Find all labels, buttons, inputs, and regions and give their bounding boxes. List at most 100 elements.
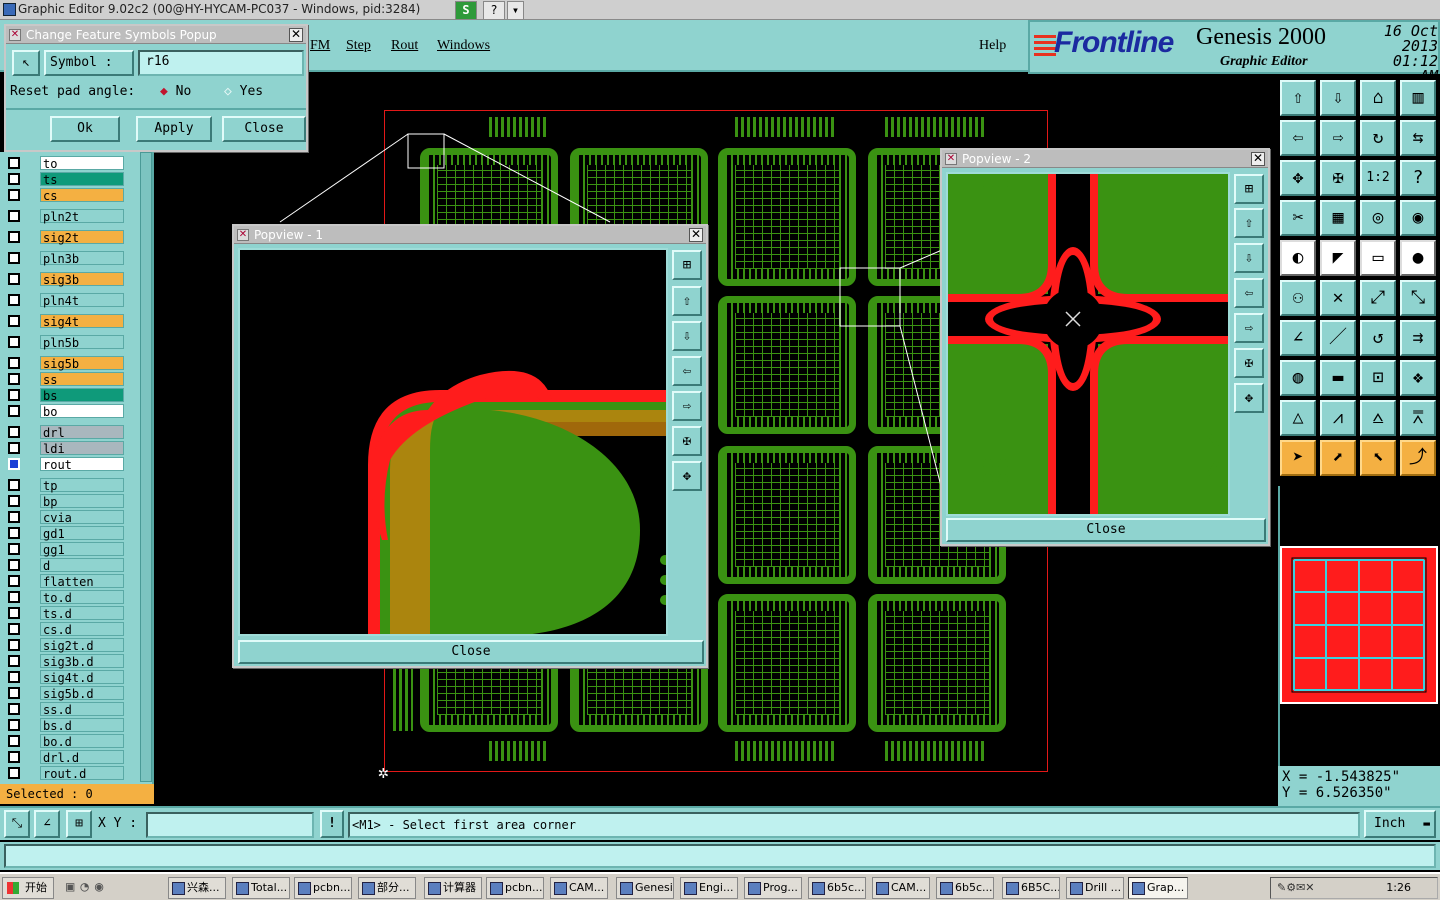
copy-icon[interactable]: ⤡ bbox=[1400, 280, 1436, 316]
measure-icon[interactable]: ▭ bbox=[1360, 240, 1396, 276]
layer-row-sig5b[interactable]: sig5b bbox=[6, 356, 124, 371]
layer-checkbox[interactable] bbox=[8, 527, 20, 539]
pointer-arrow-button[interactable]: ↖ bbox=[12, 50, 40, 76]
select-icon[interactable]: ➤ bbox=[1280, 440, 1316, 476]
taskbar-item[interactable]: Engi... bbox=[680, 877, 738, 899]
help-button[interactable]: ? bbox=[483, 1, 505, 20]
menu-windows[interactable]: Windows bbox=[437, 38, 490, 54]
window-icon[interactable]: ▥ bbox=[1400, 80, 1436, 116]
taskbar-item[interactable]: 兴森... bbox=[168, 877, 226, 899]
taskbar-item[interactable]: Prog... bbox=[744, 877, 802, 899]
layer-checkbox[interactable] bbox=[8, 294, 20, 306]
taskbar-item[interactable]: 6b5c... bbox=[808, 877, 866, 899]
layer-row-ts[interactable]: ts bbox=[6, 172, 124, 187]
delete-icon[interactable]: ✕ bbox=[1320, 280, 1356, 316]
layer-checkbox[interactable] bbox=[8, 543, 20, 555]
quick-launch-icons[interactable]: ▣◔◉ bbox=[66, 878, 162, 898]
layer-row-drl[interactable]: drl bbox=[6, 425, 124, 440]
pan-right-icon[interactable]: ⇨ bbox=[1320, 120, 1356, 156]
arc-2-icon[interactable]: ⩘ bbox=[1320, 400, 1356, 436]
layer-checkbox[interactable] bbox=[8, 458, 20, 470]
pan-left-icon[interactable]: ⇦ bbox=[672, 356, 702, 386]
close-icon[interactable]: ✕ bbox=[689, 228, 703, 242]
menu-fm[interactable]: FM bbox=[310, 38, 330, 54]
pan-left-icon[interactable]: ⇦ bbox=[1234, 278, 1264, 308]
taskbar-item[interactable]: 6B5C... bbox=[1002, 877, 1060, 899]
popview-1-canvas[interactable] bbox=[238, 248, 668, 636]
pan-up-icon[interactable]: ⇧ bbox=[672, 286, 702, 316]
help-icon[interactable]: ? bbox=[1400, 160, 1436, 196]
layer-checkbox[interactable] bbox=[8, 751, 20, 763]
layer-row-gd1[interactable]: gd1 bbox=[6, 526, 124, 541]
layer-row-pln5b[interactable]: pln5b bbox=[6, 335, 124, 350]
rotate-icon[interactable]: ↻ bbox=[1360, 120, 1396, 156]
layer-row-pln4t[interactable]: pln4t bbox=[6, 293, 124, 308]
swap-icon[interactable]: ⇆ bbox=[1400, 120, 1436, 156]
arc-4-icon[interactable]: ⩞ bbox=[1400, 400, 1436, 436]
layer-checkbox[interactable] bbox=[8, 231, 20, 243]
pan-up-icon[interactable]: ⇧ bbox=[1280, 80, 1316, 116]
layer-checkbox[interactable] bbox=[8, 273, 20, 285]
zoom-fit-icon[interactable]: ✥ bbox=[1280, 160, 1316, 196]
layer-row-bo[interactable]: bo bbox=[6, 404, 124, 419]
scale-icon[interactable]: 1:2 bbox=[1360, 160, 1396, 196]
zoom-in-icon[interactable]: ✠ bbox=[1320, 160, 1356, 196]
layer-row-sig2t-d[interactable]: sig2t.d bbox=[6, 638, 124, 653]
home-icon[interactable]: ⌂ bbox=[1360, 80, 1396, 116]
layer-row-to[interactable]: to bbox=[6, 156, 124, 171]
bar-icon[interactable]: ▬ bbox=[1320, 360, 1356, 396]
line-icon[interactable]: ／ bbox=[1320, 320, 1356, 356]
layer-row-pln3b[interactable]: pln3b bbox=[6, 251, 124, 266]
pan-right-icon[interactable]: ⇨ bbox=[1234, 313, 1264, 343]
arc-3-icon[interactable]: ⩟ bbox=[1360, 400, 1396, 436]
arc-icon[interactable]: ↺ bbox=[1360, 320, 1396, 356]
layer-checkbox[interactable] bbox=[8, 252, 20, 264]
layer-checkbox[interactable] bbox=[8, 559, 20, 571]
layer-row-cs[interactable]: cs bbox=[6, 188, 124, 203]
apply-button[interactable]: Apply bbox=[136, 116, 212, 142]
taskbar-item[interactable]: Genesis bbox=[616, 877, 674, 899]
layer-row-pln2t[interactable]: pln2t bbox=[6, 209, 124, 224]
units-selector[interactable]: Inch ▬ bbox=[1364, 810, 1436, 838]
layer-row-gg1[interactable]: gg1 bbox=[6, 542, 124, 557]
layer-row-sig4t[interactable]: sig4t bbox=[6, 314, 124, 329]
zoom-in-icon[interactable]: ✠ bbox=[1234, 348, 1264, 378]
popview-2-canvas[interactable] bbox=[946, 172, 1230, 516]
popview-2-close-button[interactable]: Close bbox=[946, 518, 1266, 542]
ok-button[interactable]: Ok bbox=[50, 116, 120, 142]
cluster-icon[interactable]: ❖ bbox=[1400, 360, 1436, 396]
layer-row-ss-d[interactable]: ss.d bbox=[6, 702, 124, 717]
menu-rout[interactable]: Rout bbox=[391, 38, 418, 54]
layer-row-bo-d[interactable]: bo.d bbox=[6, 734, 124, 749]
layer-checkbox[interactable] bbox=[8, 389, 20, 401]
layer-row-sig4t-d[interactable]: sig4t.d bbox=[6, 670, 124, 685]
layer-checkbox[interactable] bbox=[8, 495, 20, 507]
layer-checkbox[interactable] bbox=[8, 575, 20, 587]
layer-checkbox[interactable] bbox=[8, 591, 20, 603]
layer-checkbox[interactable] bbox=[8, 511, 20, 523]
layer-checkbox[interactable] bbox=[8, 336, 20, 348]
layer-row-drl-d[interactable]: drl.d bbox=[6, 750, 124, 765]
net-icon[interactable]: ⚇ bbox=[1280, 280, 1316, 316]
angle-icon[interactable]: ∠ bbox=[1280, 320, 1316, 356]
close-button[interactable]: Close bbox=[222, 116, 306, 142]
menu-help[interactable]: Help bbox=[979, 38, 1006, 54]
layer-row-bs[interactable]: bs bbox=[6, 388, 124, 403]
layer-checkbox[interactable] bbox=[8, 767, 20, 779]
select-point-icon[interactable]: ◐ bbox=[1280, 240, 1316, 276]
triangle-icon[interactable]: △ bbox=[1280, 400, 1316, 436]
layer-row-ss[interactable]: ss bbox=[6, 372, 124, 387]
close-icon[interactable]: ✕ bbox=[1251, 152, 1265, 166]
layer-row-cvia[interactable]: cvia bbox=[6, 510, 124, 525]
angle-icon[interactable]: ∠ bbox=[34, 810, 60, 838]
layer-row-rout[interactable]: rout bbox=[6, 457, 124, 472]
grid-snap-icon[interactable]: ⊞ bbox=[66, 810, 92, 838]
layer-row-cs-d[interactable]: cs.d bbox=[6, 622, 124, 637]
layer-checkbox[interactable] bbox=[8, 655, 20, 667]
layer-checkbox[interactable] bbox=[8, 639, 20, 651]
symbol-input[interactable]: r16 bbox=[138, 50, 304, 76]
layer-row-sig2t[interactable]: sig2t bbox=[6, 230, 124, 245]
box-icon[interactable]: ⊡ bbox=[1360, 360, 1396, 396]
start-button[interactable]: 开始 bbox=[2, 877, 54, 899]
taskbar-item[interactable]: Total... bbox=[232, 877, 290, 899]
